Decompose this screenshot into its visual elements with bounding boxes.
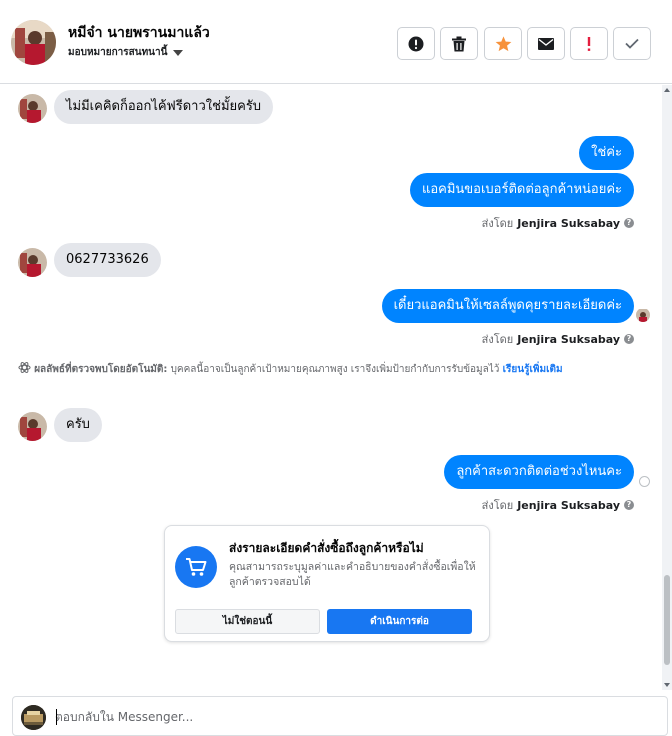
contact-avatar-small[interactable] <box>18 248 47 277</box>
incoming-message[interactable]: 0627733626 <box>54 243 161 277</box>
chevron-down-icon <box>173 49 184 56</box>
sent-by-agent: Jenjira Suksabay <box>517 332 620 346</box>
incoming-message[interactable]: ครับ <box>54 408 102 442</box>
mark-unread-button[interactable] <box>527 27 565 60</box>
incoming-message[interactable]: ไม่มีเคคิดก็ออกไค้ฟรีดาวใช่มั้ยครับ <box>54 90 274 124</box>
star-icon <box>495 35 511 51</box>
seen-avatar <box>636 308 650 322</box>
assign-label: มอบหมายการสนทนานี้ <box>68 47 168 58</box>
order-card-description: คุณสามารถระบุมูลค่าและคำอธิบายของคำสั่งซ… <box>229 561 476 588</box>
text-cursor <box>56 709 57 725</box>
outgoing-message[interactable]: ลูกค้าสะดวกติดต่อช่วงไหนคะ <box>444 455 634 489</box>
trash-icon <box>452 36 466 51</box>
learn-more-link[interactable]: เรียนรู้เพิ่มเติม <box>503 364 563 375</box>
message-thread[interactable]: ไม่มีเคคิดก็ออกไค้ฟรีดาวใช่มั้ยครับ ใช่ค… <box>0 85 662 690</box>
auto-detect-notice: ผลลัพธ์ที่ตรวจพบโดยอัตโนมัติ: บุคคลนี้อา… <box>18 361 640 378</box>
scroll-down-arrow-icon[interactable] <box>664 683 670 687</box>
conversation-header: หมีจ๋า นายพรานมาแล้ว มอบหมายการสนทนานี้ <box>0 0 672 84</box>
order-details-card: ส่งรายละเอียดคำสั่งซื้อถึงลูกค้าหรือไม่ … <box>164 525 490 642</box>
not-now-button[interactable]: ไม่ใช่ตอนนี้ <box>175 609 320 634</box>
envelope-icon <box>538 37 554 50</box>
sent-status-icon <box>639 476 650 487</box>
info-icon[interactable]: ? <box>624 218 634 228</box>
sent-by-agent: Jenjira Suksabay <box>517 216 620 230</box>
info-icon[interactable]: ? <box>624 500 634 510</box>
sent-by-label: ส่งโดย Jenjira Suksabay ? <box>482 330 634 348</box>
order-card-title: ส่งรายละเอียดคำสั่งซื้อถึงลูกค้าหรือไม่ <box>229 541 424 555</box>
reply-input[interactable] <box>55 707 655 727</box>
outgoing-message[interactable]: แอคมินขอเบอร์ติดต่อลูกค้าหน่อยค่ะ <box>409 173 634 207</box>
continue-button[interactable]: ดำเนินการต่อ <box>327 609 472 634</box>
contact-avatar[interactable] <box>11 20 56 65</box>
mark-done-button[interactable] <box>613 27 651 60</box>
scroll-up-arrow-icon[interactable] <box>664 88 670 92</box>
auto-detect-text: บุคคลนี้อาจเป็นลูกค้าเป้าหมายคุณภาพสูง เ… <box>170 364 500 375</box>
reply-composer <box>12 696 668 736</box>
delete-button[interactable] <box>440 27 478 60</box>
exclamation-icon <box>587 36 591 51</box>
sent-by-prefix: ส่งโดย <box>481 499 514 512</box>
outgoing-message[interactable]: เดี๋ยวแอคมินให้เซลล์พูดคุยรายละเอียดค่ะ <box>381 289 634 323</box>
atom-icon <box>18 362 31 373</box>
scrollbar-thumb[interactable] <box>664 575 670 665</box>
sent-by-prefix: ส่งโดย <box>481 217 514 230</box>
shopping-cart-icon <box>175 546 217 588</box>
star-button[interactable] <box>484 27 522 60</box>
alert-circle-icon <box>408 36 424 51</box>
follow-up-button[interactable] <box>570 27 608 60</box>
contact-avatar-small[interactable] <box>18 94 47 123</box>
sent-by-agent: Jenjira Suksabay <box>517 498 620 512</box>
checkmark-icon <box>625 38 639 49</box>
outgoing-message[interactable]: ใช่ค่ะ <box>579 136 634 170</box>
info-icon[interactable]: ? <box>624 334 634 344</box>
sent-by-prefix: ส่งโดย <box>481 333 514 346</box>
sent-by-label: ส่งโดย Jenjira Suksabay ? <box>482 214 634 232</box>
auto-detect-label: ผลลัพธ์ที่ตรวจพบโดยอัตโนมัติ: <box>34 364 168 375</box>
contact-avatar-small[interactable] <box>18 412 47 441</box>
spam-button[interactable] <box>397 27 435 60</box>
sent-by-label: ส่งโดย Jenjira Suksabay ? <box>482 496 634 514</box>
thread-scrollbar[interactable] <box>662 85 672 690</box>
assign-conversation-dropdown[interactable]: มอบหมายการสนทนานี้ <box>68 45 184 60</box>
page-avatar <box>21 705 46 730</box>
contact-name[interactable]: หมีจ๋า นายพรานมาแล้ว <box>68 22 210 44</box>
